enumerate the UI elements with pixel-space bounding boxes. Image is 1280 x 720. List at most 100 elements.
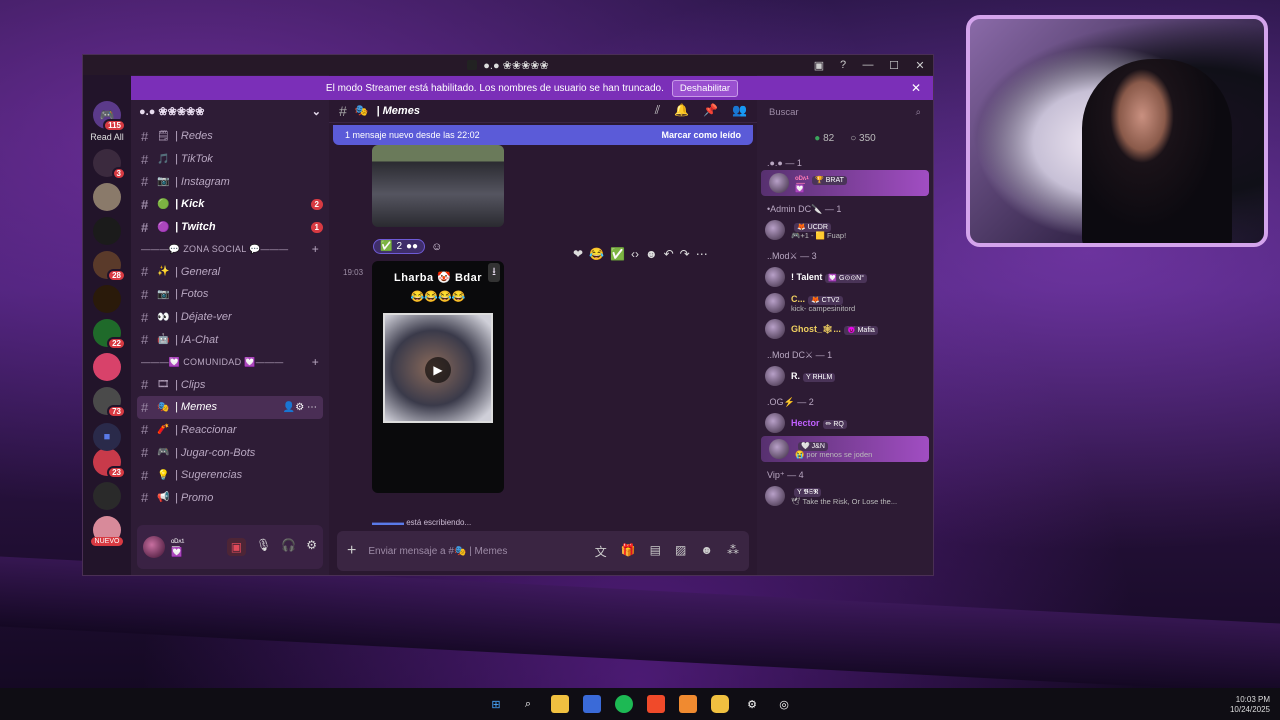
member-info: R. Y RHLM xyxy=(791,371,836,382)
heart-icon[interactable]: ❤ xyxy=(573,247,583,261)
message-input[interactable]: Enviar mensaje a #🎭 | Memes xyxy=(368,546,507,557)
server-icon[interactable]: 22 xyxy=(93,319,126,350)
server-icon[interactable]: 3 xyxy=(93,149,126,180)
member-item[interactable]: Hector ✏ RQ xyxy=(757,410,933,436)
channel-item[interactable]: # 🎵 | TikTok xyxy=(137,148,323,171)
translate-icon[interactable]: 文 xyxy=(595,543,607,560)
member-avatar xyxy=(765,366,785,386)
windows-start-icon[interactable]: ⊞ xyxy=(487,695,505,713)
emoji-icon[interactable]: ☻ xyxy=(645,247,658,261)
meme-video[interactable]: ⭳ Lharba 🤡 Bdar 😂😂😂😂 ▶ xyxy=(372,261,504,493)
channel-settings-icons[interactable]: 👤⚙ ⋯ xyxy=(283,402,317,413)
search-input[interactable]: Buscar ⌕ xyxy=(765,101,925,123)
mark-read-button[interactable]: Marcar como leído xyxy=(661,130,741,140)
message-composer[interactable]: + Enviar mensaje a #🎭 | Memes 文 🎁 ▤ ▨ ☻ … xyxy=(337,531,749,571)
video-header: Lharba 🤡 Bdar xyxy=(393,272,483,284)
channel-item[interactable]: # 🟣 | Twitch 1 xyxy=(137,216,323,239)
add-attachment-icon[interactable]: + xyxy=(347,542,356,560)
forward-icon[interactable]: ↷ xyxy=(680,247,690,261)
member-item[interactable]: 🦊 UCDR 🎮+1 - 🟨 Fuap! xyxy=(757,217,933,243)
avatar[interactable] xyxy=(143,536,165,558)
member-item[interactable]: Ghost_🕸... 😈 Mafia xyxy=(757,316,933,342)
meme-image-1[interactable] xyxy=(372,145,504,227)
inbox-icon[interactable]: ▣ xyxy=(807,55,831,75)
member-item[interactable]: C... 🦊 CTV2 kick- campesinitord xyxy=(757,290,933,316)
member-item[interactable]: Y 𝕭𝕾𝕽 🕊 Take the Risk, Or Lose the... xyxy=(757,483,933,509)
reaction-pill[interactable]: ✅ 2 ●● xyxy=(373,239,426,254)
microphone-icon[interactable]: 🎙 xyxy=(256,538,271,556)
clock[interactable]: 10:03 PM 10/24/2025 xyxy=(1230,695,1270,715)
settings-gear-icon[interactable]: ⚙ xyxy=(306,538,317,556)
new-messages-bar[interactable]: 1 mensaje nuevo desde las 22:02 Marcar c… xyxy=(333,125,753,145)
channel-item[interactable]: # 🧨 | Reaccionar xyxy=(137,419,323,442)
channel-item[interactable]: # 🗒 | Redes xyxy=(137,125,323,148)
home-button[interactable]: 🎮 115 xyxy=(93,101,126,132)
members-icon[interactable]: 👥 xyxy=(732,103,747,118)
folder-icon[interactable]: ■ xyxy=(93,423,121,451)
spotify-icon[interactable] xyxy=(615,695,633,713)
close-window-button[interactable]: ✕ xyxy=(907,55,933,75)
minimize-button[interactable]: — xyxy=(855,55,881,75)
apps-icon[interactable]: ⁂ xyxy=(727,543,739,560)
close-banner-icon[interactable]: ✕ xyxy=(911,81,921,95)
pin-icon[interactable]: 📌 xyxy=(703,103,718,118)
settings-taskbar-icon[interactable]: ⚙ xyxy=(743,695,761,713)
add-reaction-icon[interactable]: ☺ xyxy=(431,241,442,253)
emoji-picker-icon[interactable]: ☻ xyxy=(700,543,713,560)
disable-streamer-button[interactable]: Deshabilitar xyxy=(671,79,739,97)
store-icon[interactable] xyxy=(583,695,601,713)
laugh-icon[interactable]: 😂 xyxy=(589,247,604,261)
sticker-icon[interactable]: ▨ xyxy=(675,543,686,560)
threads-icon[interactable]: ⫽ xyxy=(655,103,660,118)
member-item[interactable]: ! Talent 💟 G⊙⊙N° xyxy=(757,264,933,290)
add-channel-icon[interactable]: + xyxy=(312,355,319,369)
read-all-button[interactable]: Read All xyxy=(90,132,124,142)
channel-item[interactable]: # 🎞 | Clips xyxy=(137,373,323,396)
file-explorer-icon[interactable] xyxy=(551,695,569,713)
channel-item[interactable]: # 🤖 | IA-Chat xyxy=(137,329,323,352)
channel-item[interactable]: # 📢 | Promo xyxy=(137,487,323,510)
check-icon[interactable]: ✅ xyxy=(610,247,625,261)
channel-item[interactable]: # 🎭 | Memes 👤⚙ ⋯ xyxy=(137,395,323,419)
gift-icon[interactable]: 🎁 xyxy=(621,543,636,560)
server-icon[interactable] xyxy=(93,353,121,381)
channel-item[interactable]: # 🎮 | Jugar-con-Bots xyxy=(137,441,323,464)
channel-item[interactable]: # ✨ | General xyxy=(137,260,323,283)
server-icon[interactable] xyxy=(93,285,121,313)
server-icon[interactable]: 23 xyxy=(93,448,126,479)
channel-item[interactable]: # 📷 | Fotos xyxy=(137,283,323,306)
server-icon[interactable]: 28 xyxy=(93,251,126,282)
category-comunidad[interactable]: ———💟 COMUNIDAD 💟——— + xyxy=(137,351,323,373)
download-icon[interactable]: ⭳ xyxy=(488,263,500,282)
gif-icon[interactable]: ▤ xyxy=(650,543,661,560)
member-item[interactable]: 🤍 J&N 😭 por menos se joden xyxy=(761,436,929,462)
server-header[interactable]: ●.● ❀❀❀❀❀ ⌄ xyxy=(131,99,329,123)
headphones-icon[interactable]: 🎧 xyxy=(281,538,296,556)
bell-icon[interactable]: 🔔 xyxy=(674,103,689,118)
play-icon[interactable]: ▶ xyxy=(425,357,451,383)
app-icon-circle[interactable]: ◎ xyxy=(775,695,793,713)
server-icon[interactable] xyxy=(93,482,121,510)
server-icon[interactable] xyxy=(93,183,121,211)
member-item[interactable]: ᵒ͟ᴰᶺ¹ 🏆 BRAT 💟 xyxy=(761,170,929,196)
channel-item[interactable]: # 🟢 | Kick 2 xyxy=(137,193,323,216)
code-icon[interactable]: ‹› xyxy=(631,247,639,261)
maximize-button[interactable]: ☐ xyxy=(881,55,907,75)
reaction-avatars: ●● xyxy=(406,241,419,252)
category-zona-social[interactable]: ———💬 ZONA SOCIAL 💬——— + xyxy=(137,238,323,260)
channel-item[interactable]: # 📷 | Instagram xyxy=(137,170,323,193)
member-item[interactable]: R. Y RHLM xyxy=(757,363,933,389)
brave-icon[interactable] xyxy=(647,695,665,713)
app-icon-orange[interactable] xyxy=(679,695,697,713)
server-icon[interactable]: 73 xyxy=(93,387,126,418)
more-icon[interactable]: ⋯ xyxy=(696,247,708,261)
discord-taskbar-icon[interactable] xyxy=(711,695,729,713)
channel-item[interactable]: # 💡 | Sugerencias xyxy=(137,464,323,487)
help-icon[interactable]: ? xyxy=(831,55,855,75)
reply-icon[interactable]: ↶ xyxy=(664,247,674,261)
channel-item[interactable]: # 👀 | Déjate-ver xyxy=(137,306,323,329)
server-icon[interactable] xyxy=(93,217,121,245)
search-icon[interactable]: ⌕ xyxy=(519,695,537,713)
screen-share-off-icon[interactable]: ▣ xyxy=(226,538,247,556)
add-channel-icon[interactable]: + xyxy=(312,242,319,256)
